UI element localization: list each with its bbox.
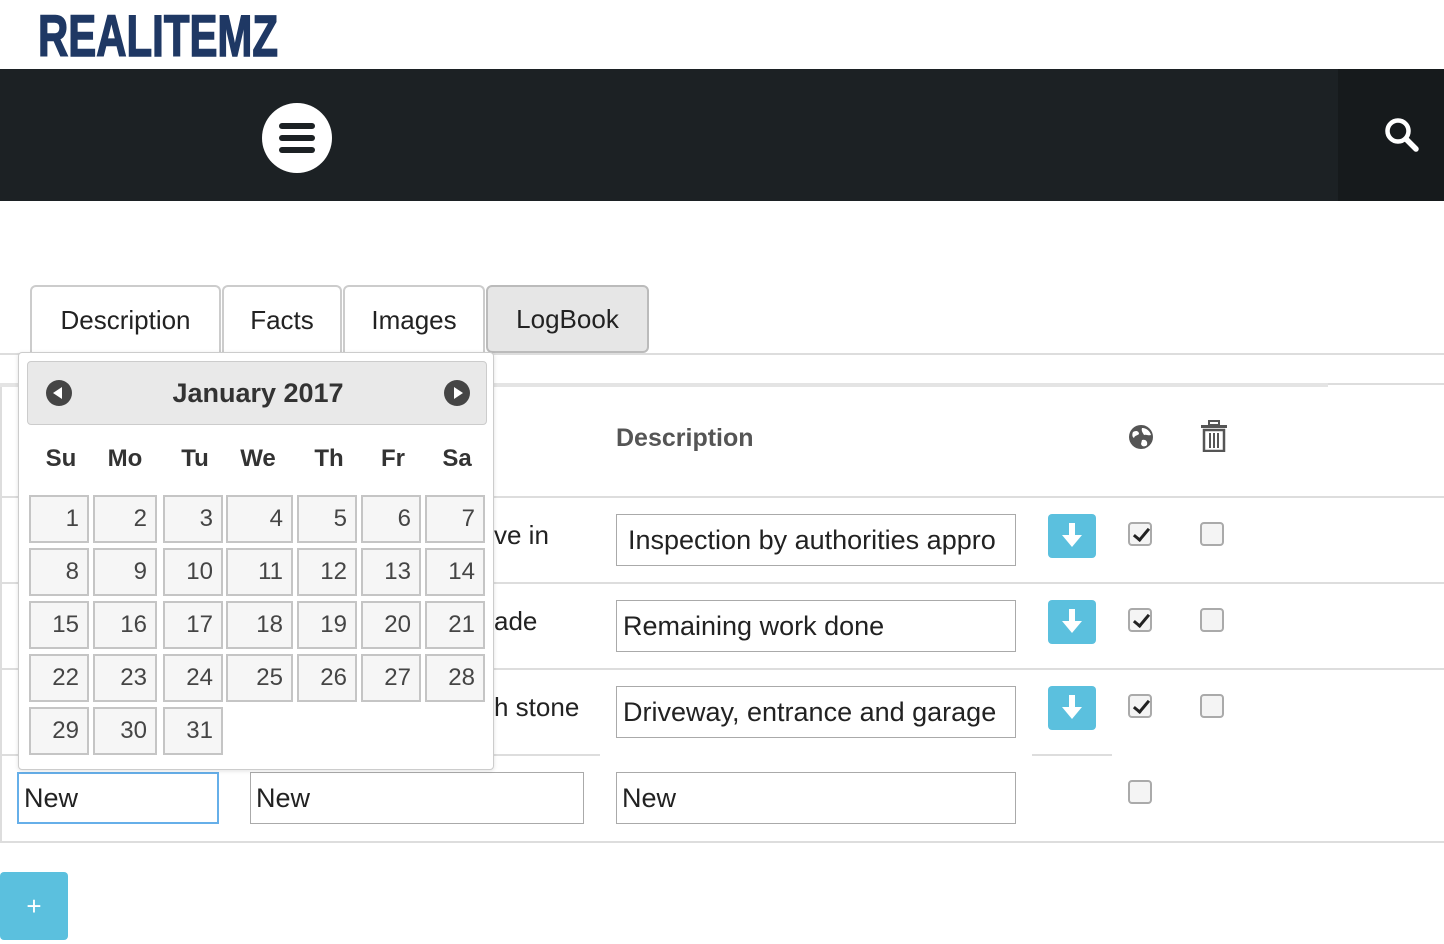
new-date-input[interactable]: [17, 772, 219, 824]
tab-logbook[interactable]: LogBook: [486, 285, 649, 353]
new-title-input[interactable]: [250, 772, 584, 824]
publish-checkbox[interactable]: [1128, 694, 1152, 718]
delete-checkbox[interactable]: [1200, 522, 1224, 546]
calendar-day[interactable]: 3: [163, 495, 223, 543]
calendar-day[interactable]: 31: [163, 707, 223, 755]
row-divider: [1032, 754, 1112, 756]
calendar-day[interactable]: 25: [226, 654, 293, 702]
calendar-day[interactable]: 15: [29, 601, 89, 649]
delete-checkbox[interactable]: [1200, 608, 1224, 632]
calendar-day[interactable]: 4: [226, 495, 293, 543]
calendar-day[interactable]: 27: [361, 654, 421, 702]
logo-wordmark: REALITEMZ: [38, 6, 278, 62]
globe-icon: [1127, 423, 1155, 456]
new-publish-checkbox[interactable]: [1128, 780, 1152, 804]
hamburger-menu-icon-bar: [279, 135, 315, 141]
log-entry-title: ve in: [494, 520, 549, 550]
calendar-day[interactable]: 20: [361, 601, 421, 649]
calendar-day[interactable]: 29: [29, 707, 89, 755]
log-entry-description-input[interactable]: Remaining work done: [616, 600, 1016, 652]
trash-icon: [1200, 420, 1228, 457]
calendar-day[interactable]: 6: [361, 495, 421, 543]
calendar-day[interactable]: 13: [361, 548, 421, 596]
weekday-header: Th: [314, 445, 344, 472]
menu-button[interactable]: [262, 103, 332, 173]
datepicker-popup: January 2017 Su Mo Tu We Th Fr Sa 1 2 3 4 5 6 7 8 9 10 1…: [18, 352, 494, 770]
calendar-day[interactable]: 7: [425, 495, 485, 543]
calendar-day[interactable]: 11: [226, 548, 293, 596]
publish-checkbox[interactable]: [1128, 522, 1152, 546]
publish-checkbox[interactable]: [1128, 608, 1152, 632]
tab-description[interactable]: Description: [30, 285, 221, 353]
weekday-header: We: [240, 445, 276, 472]
calendar-day[interactable]: 30: [93, 707, 157, 755]
calendar-day[interactable]: 18: [226, 601, 293, 649]
calendar-day[interactable]: 16: [93, 601, 157, 649]
calendar-day[interactable]: 8: [29, 548, 89, 596]
add-entry-button[interactable]: +: [0, 872, 68, 940]
hamburger-menu-icon: [279, 123, 315, 129]
top-navbar: [0, 69, 1444, 201]
download-button[interactable]: [1048, 600, 1096, 644]
calendar-day[interactable]: 28: [425, 654, 485, 702]
calendar-day[interactable]: 9: [93, 548, 157, 596]
calendar-day[interactable]: 19: [297, 601, 357, 649]
calendar-day[interactable]: 14: [425, 548, 485, 596]
hamburger-menu-icon-bar: [279, 147, 315, 153]
download-button[interactable]: [1048, 514, 1096, 558]
tab-images[interactable]: Images: [343, 285, 485, 353]
download-button[interactable]: [1048, 686, 1096, 730]
arrow-down-icon: [1062, 695, 1082, 719]
calendar-day[interactable]: 17: [163, 601, 223, 649]
calendar-day[interactable]: 21: [425, 601, 485, 649]
brand-logo[interactable]: REALITEMZ: [38, 6, 288, 62]
calendar-day[interactable]: 22: [29, 654, 89, 702]
calendar-day[interactable]: 5: [297, 495, 357, 543]
calendar-day[interactable]: 24: [163, 654, 223, 702]
delete-checkbox[interactable]: [1200, 694, 1224, 718]
weekday-header: Tu: [181, 445, 209, 472]
prev-month-icon[interactable]: [46, 380, 72, 406]
log-entry-description-input[interactable]: Driveway, entrance and garage: [616, 686, 1016, 738]
weekday-header: Su: [45, 445, 77, 472]
next-month-icon[interactable]: [444, 380, 470, 406]
column-header-description: Description: [616, 424, 754, 452]
weekday-header: Sa: [442, 445, 472, 472]
search-icon: [1385, 118, 1419, 152]
arrow-down-icon: [1062, 523, 1082, 547]
datepicker-header: January 2017: [27, 361, 487, 425]
tab-facts[interactable]: Facts: [222, 285, 342, 353]
arrow-down-icon: [1062, 609, 1082, 633]
log-entry-description-input[interactable]: Inspection by authorities appro: [616, 514, 1016, 566]
calendar-day[interactable]: 23: [93, 654, 157, 702]
calendar-day[interactable]: 10: [163, 548, 223, 596]
calendar-day[interactable]: 2: [93, 495, 157, 543]
weekday-header: Fr: [381, 445, 405, 472]
calendar-day[interactable]: 12: [297, 548, 357, 596]
calendar-day[interactable]: 1: [29, 495, 89, 543]
weekday-header: Mo: [107, 445, 143, 472]
datepicker-month-title: January 2017: [172, 378, 344, 408]
calendar-day[interactable]: 26: [297, 654, 357, 702]
search-button[interactable]: [1338, 69, 1444, 201]
new-description-input[interactable]: [616, 772, 1016, 824]
log-entry-title: ade: [494, 606, 538, 636]
log-entry-title: h stone: [494, 692, 580, 722]
